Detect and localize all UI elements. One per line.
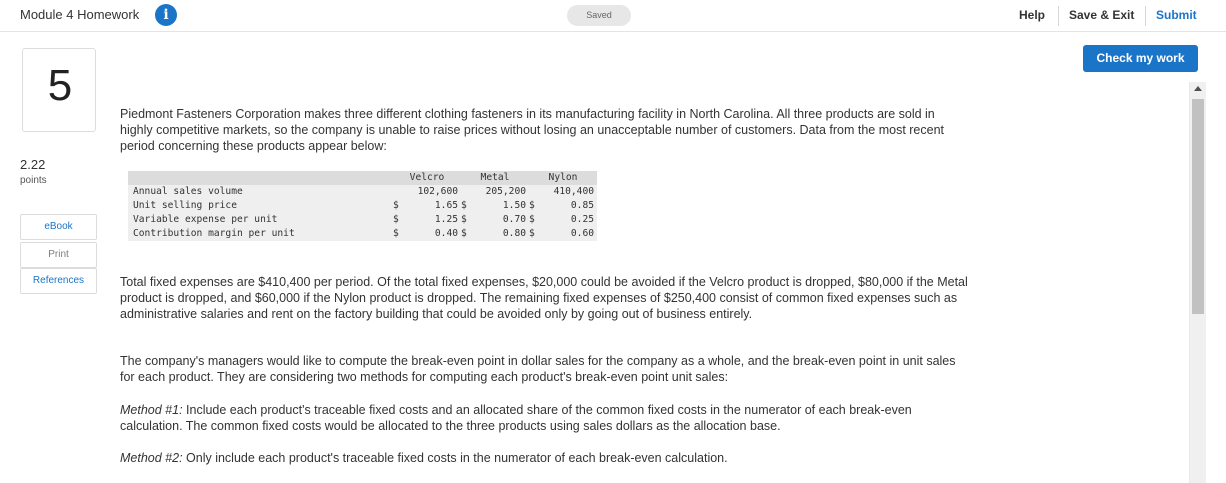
row-label: Contribution margin per unit bbox=[128, 227, 393, 241]
table-cell: 1.65 bbox=[407, 199, 461, 213]
module-title: Module 4 Homework bbox=[20, 7, 140, 22]
ebook-button[interactable]: eBook bbox=[20, 214, 97, 240]
product-data-table: Velcro Metal Nylon Annual sales volume 1… bbox=[128, 171, 597, 241]
table-row: Variable expense per unit $ 1.25 $ 0.70 … bbox=[128, 213, 597, 227]
fixed-expenses-paragraph: Total fixed expenses are $410,400 per pe… bbox=[120, 275, 968, 321]
column-header: Velcro bbox=[393, 171, 461, 185]
scrollbar-thumb[interactable] bbox=[1192, 99, 1204, 314]
method-2-paragraph: Method #2: Only include each product's t… bbox=[120, 450, 970, 466]
table-cell: 1.25 bbox=[407, 213, 461, 227]
table-header-row: Velcro Metal Nylon bbox=[128, 171, 597, 185]
table-cell: 0.85 bbox=[543, 199, 597, 213]
row-label: Unit selling price bbox=[128, 199, 393, 213]
scroll-up-arrow-icon[interactable] bbox=[1194, 86, 1202, 91]
currency-symbol: $ bbox=[461, 213, 476, 227]
table-row: Contribution margin per unit $ 0.40 $ 0.… bbox=[128, 227, 597, 241]
divider bbox=[1145, 6, 1146, 26]
currency-symbol: $ bbox=[393, 199, 408, 213]
row-label: Annual sales volume bbox=[128, 185, 393, 199]
divider bbox=[1058, 6, 1059, 26]
method-2-label: Method #2: bbox=[120, 451, 183, 465]
question-number: 5 bbox=[47, 61, 73, 110]
check-my-work-button[interactable]: Check my work bbox=[1083, 45, 1198, 72]
question-number-box: 5 bbox=[22, 48, 96, 132]
table-cell: 1.50 bbox=[475, 199, 529, 213]
currency-symbol: $ bbox=[529, 199, 544, 213]
scrollbar[interactable] bbox=[1189, 82, 1206, 483]
row-label: Variable expense per unit bbox=[128, 213, 393, 227]
top-bar: Module 4 Homework i Saved Help Save & Ex… bbox=[0, 0, 1226, 32]
table-cell: 0.60 bbox=[543, 227, 597, 241]
column-header: Nylon bbox=[529, 171, 597, 185]
currency-symbol: $ bbox=[529, 227, 544, 241]
save-exit-link[interactable]: Save & Exit bbox=[1069, 8, 1134, 22]
saved-status-badge: Saved bbox=[567, 5, 631, 26]
table-row: Annual sales volume 102,600 205,200 410,… bbox=[128, 185, 597, 199]
method-2-text: Only include each product's traceable fi… bbox=[182, 451, 728, 465]
currency-symbol: $ bbox=[393, 227, 408, 241]
submit-link[interactable]: Submit bbox=[1156, 8, 1197, 22]
table-cell: 410,400 bbox=[529, 185, 597, 199]
help-link[interactable]: Help bbox=[1019, 8, 1045, 22]
managers-paragraph: The company's managers would like to com… bbox=[120, 354, 956, 384]
table-cell: 0.70 bbox=[475, 213, 529, 227]
method-1-paragraph: Method #1: Include each product's tracea… bbox=[120, 402, 970, 434]
table-cell: 102,600 bbox=[393, 185, 461, 199]
info-icon[interactable]: i bbox=[155, 4, 177, 26]
currency-symbol: $ bbox=[461, 199, 476, 213]
table-corner bbox=[128, 171, 393, 185]
table-cell: 205,200 bbox=[461, 185, 529, 199]
currency-symbol: $ bbox=[461, 227, 476, 241]
table-row: Unit selling price $ 1.65 $ 1.50 $ 0.85 bbox=[128, 199, 597, 213]
method-1-text: Include each product's traceable fixed c… bbox=[120, 403, 912, 433]
method-1-label: Method #1: bbox=[120, 403, 183, 417]
points-value: 2.22 bbox=[20, 157, 46, 172]
currency-symbol: $ bbox=[529, 213, 544, 227]
table-cell: 0.80 bbox=[475, 227, 529, 241]
question-intro: Piedmont Fasteners Corporation makes thr… bbox=[120, 107, 945, 153]
table-cell: 0.40 bbox=[407, 227, 461, 241]
currency-symbol: $ bbox=[393, 213, 408, 227]
column-header: Metal bbox=[461, 171, 529, 185]
points-label: points bbox=[20, 175, 47, 186]
references-button[interactable]: References bbox=[20, 268, 97, 294]
table-cell: 0.25 bbox=[543, 213, 597, 227]
print-button[interactable]: Print bbox=[20, 242, 97, 268]
